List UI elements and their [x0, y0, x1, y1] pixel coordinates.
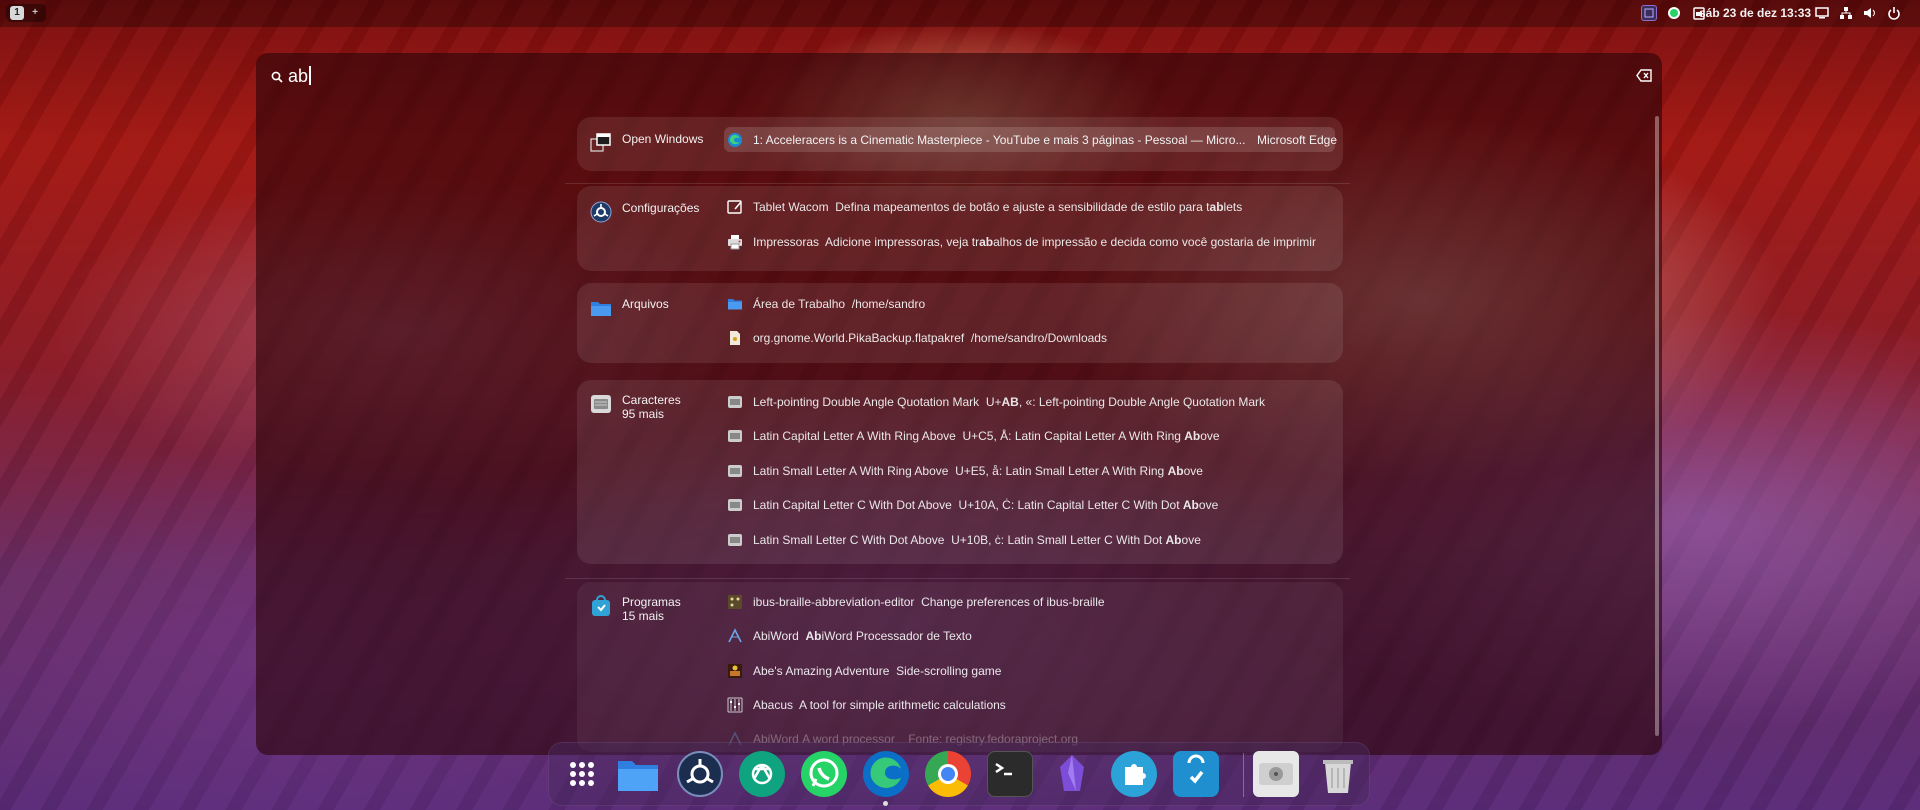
edge-icon[interactable]: [863, 751, 909, 797]
clock[interactable]: sáb 23 de dez 13:33: [1699, 6, 1811, 20]
workspace-1[interactable]: 1: [10, 6, 24, 20]
chatgpt-icon[interactable]: [739, 751, 785, 797]
clear-icon[interactable]: [1636, 69, 1652, 82]
dock-separator: [1243, 753, 1244, 797]
keyboard-icon: [728, 465, 742, 477]
abacus-icon: [727, 697, 743, 713]
search-input[interactable]: ab: [288, 66, 311, 87]
result-item[interactable]: org.gnome.World.PikaBackup.flatpakref /h…: [727, 324, 1107, 352]
software-icon[interactable]: [1173, 751, 1219, 797]
app-indicator-icon[interactable]: [1641, 5, 1657, 21]
top-bar: 1 + sáb 23 de dez 13:33: [0, 0, 1920, 27]
dock: [548, 742, 1370, 806]
game-icon: [728, 664, 742, 678]
category-label: Open Windows: [622, 132, 704, 146]
obsidian-icon[interactable]: [1049, 751, 1095, 797]
more-count[interactable]: 95 mais: [622, 407, 681, 421]
chrome-icon[interactable]: [925, 751, 971, 797]
folder-icon: [591, 302, 611, 316]
keyboard-icon: [728, 430, 742, 442]
terminal-icon[interactable]: [987, 751, 1033, 797]
category-label: Configurações: [622, 201, 700, 215]
result-item[interactable]: Latin Small Letter C With Dot Above U+10…: [727, 526, 1201, 554]
whatsapp-icon[interactable]: [1666, 5, 1682, 21]
app-grid-icon[interactable]: [559, 751, 605, 797]
divider: [565, 183, 1350, 184]
network-icon[interactable]: [1838, 5, 1854, 21]
more-count[interactable]: 15 mais: [622, 609, 681, 623]
keyboard-icon: [728, 499, 742, 511]
tablet-icon: [727, 200, 742, 214]
group-settings: Configurações Tablet Wacom Defina mapeam…: [577, 186, 1343, 271]
file-icon: [730, 331, 740, 345]
group-open-windows: Open Windows 1: Acceleracers is a Cinema…: [577, 117, 1343, 171]
running-indicator: [883, 801, 888, 806]
result-item[interactable]: Left-pointing Double Angle Quotation Mar…: [727, 388, 1265, 416]
result-item[interactable]: Tablet Wacom Defina mapeamentos de botão…: [727, 193, 1242, 221]
software-icon: [592, 595, 610, 616]
result-item[interactable]: Abe's Amazing Adventure Side-scrolling g…: [727, 657, 1001, 685]
settings-icon: [590, 201, 612, 223]
extensions-icon[interactable]: [1111, 751, 1157, 797]
group-characters: Caracteres 95 mais Left-pointing Double A…: [577, 380, 1343, 564]
result-item[interactable]: Latin Capital Letter C With Dot Above U+…: [727, 491, 1218, 519]
keyboard-icon: [728, 534, 742, 546]
whatsapp-icon[interactable]: [801, 751, 847, 797]
folder-icon: [728, 299, 742, 310]
workspace-add[interactable]: +: [28, 6, 42, 20]
group-programs: Programas 15 mais ibus-braille-abbreviati…: [577, 582, 1343, 752]
workspace-indicator[interactable]: 1 +: [6, 4, 46, 22]
trash-icon[interactable]: [1315, 751, 1361, 797]
keyboard-icon: [728, 396, 742, 408]
keyboard-icon: [591, 395, 611, 413]
results-scrollbar[interactable]: [1655, 116, 1659, 736]
window-title: 1: Acceleracers is a Cinematic Masterpie…: [753, 133, 1246, 147]
result-item[interactable]: AbiWord AbiWord Processador de Texto: [727, 622, 972, 650]
window-icon: [590, 133, 611, 152]
files-icon[interactable]: [615, 751, 661, 797]
divider: [565, 578, 1350, 579]
edge-icon: [728, 133, 742, 147]
category-label: Caracteres: [622, 393, 681, 407]
result-item[interactable]: Latin Capital Letter A With Ring Above U…: [727, 422, 1220, 450]
braille-icon: [728, 595, 742, 609]
result-item[interactable]: Latin Small Letter A With Ring Above U+E…: [727, 457, 1203, 485]
result-item[interactable]: Impressoras Adicione impressoras, veja t…: [727, 228, 1316, 256]
search-icon: [271, 71, 283, 83]
result-item[interactable]: 1: Acceleracers is a Cinematic Masterpie…: [727, 126, 1337, 154]
result-item[interactable]: ibus-braille-abbreviation-editor Change …: [727, 588, 1105, 616]
settings-icon[interactable]: [677, 751, 723, 797]
result-item[interactable]: Abacus A tool for simple arithmetic calc…: [727, 691, 1006, 719]
display-icon[interactable]: [1814, 5, 1830, 21]
group-files: Arquivos Área de Trabalho /home/sandro o…: [577, 283, 1343, 363]
power-icon[interactable]: [1886, 5, 1902, 21]
category-label: Arquivos: [622, 297, 669, 311]
result-item[interactable]: Área de Trabalho /home/sandro: [727, 290, 925, 318]
volume-icon[interactable]: [1862, 5, 1878, 21]
disk-icon[interactable]: [1253, 751, 1299, 797]
window-app: Microsoft Edge: [1256, 133, 1337, 147]
category-label: Programas: [622, 595, 681, 609]
abiword-icon: [728, 628, 742, 643]
printer-icon: [728, 235, 742, 250]
